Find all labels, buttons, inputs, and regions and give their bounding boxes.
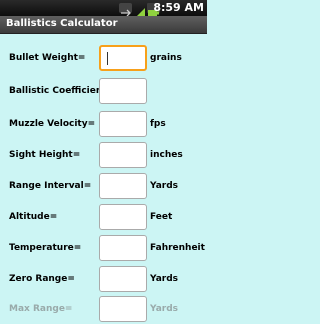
- bullet-weight-input[interactable]: [99, 45, 147, 71]
- range-interval-input[interactable]: [99, 173, 147, 199]
- temperature-unit: Fahrenheit: [150, 243, 205, 253]
- ballistics-form: Bullet Weight= grains Ballistic Coeffici…: [0, 34, 207, 322]
- altitude-row: Altitude= Feet: [0, 204, 207, 232]
- app-title: Ballistics Calculator: [6, 18, 118, 29]
- temperature-row: Temperature= Fahrenheit: [0, 235, 207, 263]
- app-title-bar: Ballistics Calculator: [0, 16, 207, 34]
- range-interval-label: Range Interval=: [9, 181, 92, 191]
- ballistic-coefficient-row: Ballistic Coefficient=: [0, 78, 207, 106]
- bullet-weight-label: Bullet Weight=: [9, 53, 86, 63]
- max-range-row: Max Range= Yards: [0, 296, 207, 324]
- muzzle-velocity-unit: fps: [150, 119, 166, 129]
- ballistic-coefficient-input[interactable]: [99, 78, 147, 104]
- muzzle-velocity-label: Muzzle Velocity=: [9, 119, 96, 129]
- bullet-weight-unit: grains: [150, 53, 182, 63]
- status-time: 8:59 AM: [153, 1, 204, 14]
- max-range-unit: Yards: [150, 304, 179, 314]
- muzzle-velocity-row: Muzzle Velocity= fps: [0, 111, 207, 139]
- sight-height-row: Sight Height= inches: [0, 142, 207, 170]
- temperature-label: Temperature=: [9, 243, 82, 253]
- status-bar: 8:59 AM: [0, 0, 207, 18]
- usb-icon: [119, 3, 132, 17]
- bullet-weight-row: Bullet Weight= grains: [0, 45, 207, 73]
- altitude-input[interactable]: [99, 204, 147, 230]
- altitude-unit: Feet: [150, 212, 173, 222]
- sight-height-unit: inches: [150, 150, 183, 160]
- zero-range-row: Zero Range= Yards: [0, 266, 207, 294]
- max-range-input[interactable]: [99, 296, 147, 322]
- range-interval-row: Range Interval= Yards: [0, 173, 207, 201]
- zero-range-label: Zero Range=: [9, 274, 75, 284]
- signal-icon: [135, 3, 145, 18]
- sight-height-input[interactable]: [99, 142, 147, 168]
- sight-height-label: Sight Height=: [9, 150, 81, 160]
- max-range-label: Max Range=: [9, 304, 73, 314]
- range-interval-unit: Yards: [150, 181, 179, 191]
- zero-range-input[interactable]: [99, 266, 147, 292]
- text-cursor: [107, 52, 108, 65]
- temperature-input[interactable]: [99, 235, 147, 261]
- muzzle-velocity-input[interactable]: [99, 111, 147, 137]
- altitude-label: Altitude=: [9, 212, 58, 222]
- zero-range-unit: Yards: [150, 274, 179, 284]
